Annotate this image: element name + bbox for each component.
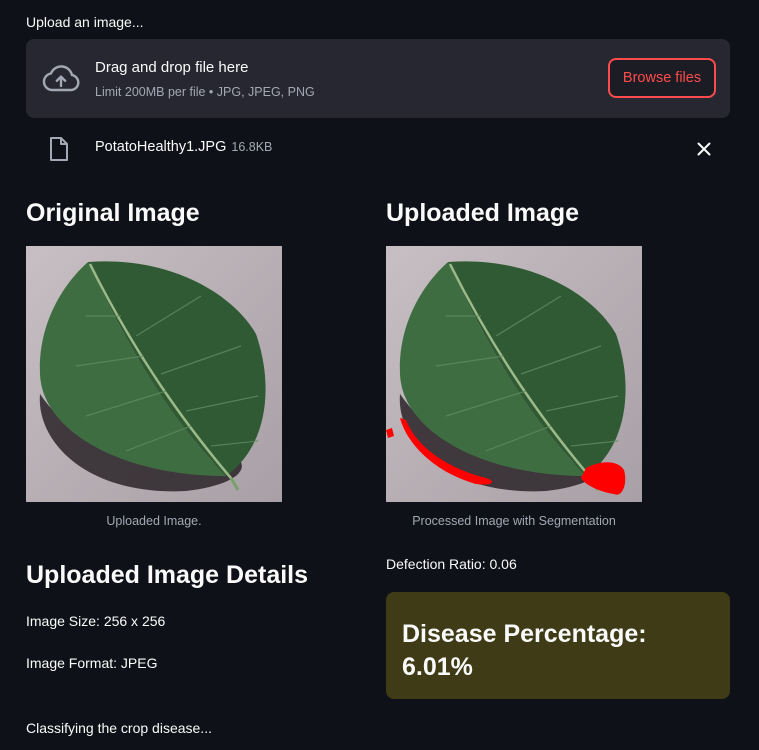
- dropzone-title: Drag and drop file here: [95, 59, 249, 76]
- uploaded-file-row: PotatoHealthy1.JPG 16.8KB: [26, 133, 730, 165]
- uploaded-image-caption: Processed Image with Segmentation: [412, 514, 616, 528]
- browse-files-button[interactable]: Browse files: [608, 58, 716, 98]
- cloud-upload-icon: [42, 65, 80, 92]
- image-details-heading: Uploaded Image Details: [26, 561, 309, 589]
- file-name: PotatoHealthy1.JPG 16.8KB: [95, 139, 272, 155]
- image-size-text: Image Size: 256 x 256: [26, 613, 166, 629]
- defection-ratio-text: Defection Ratio: 0.06: [386, 556, 517, 572]
- file-dropzone[interactable]: Drag and drop file here Limit 200MB per …: [26, 39, 730, 118]
- upload-label: Upload an image...: [26, 14, 144, 30]
- disease-percentage-alert: Disease Percentage: 6.01%: [386, 592, 730, 699]
- uploaded-image-heading: Uploaded Image: [386, 199, 580, 227]
- file-size: 16.8KB: [231, 140, 273, 154]
- disease-percentage-text: Disease Percentage: 6.01%: [402, 620, 647, 681]
- classification-status-text: Classifying the crop disease...: [26, 720, 212, 736]
- app-page: Upload an image... Drag and drop file he…: [0, 0, 759, 750]
- close-icon[interactable]: [695, 140, 713, 158]
- segmented-leaf-image: [386, 246, 642, 502]
- image-format-text: Image Format: JPEG: [26, 655, 158, 671]
- file-name-text: PotatoHealthy1.JPG: [95, 139, 227, 155]
- original-image-caption: Uploaded Image.: [106, 514, 202, 528]
- dropzone-limit: Limit 200MB per file • JPG, JPEG, PNG: [95, 85, 315, 99]
- original-leaf-image: [26, 246, 282, 502]
- file-icon: [50, 137, 68, 161]
- original-image-heading: Original Image: [26, 199, 200, 227]
